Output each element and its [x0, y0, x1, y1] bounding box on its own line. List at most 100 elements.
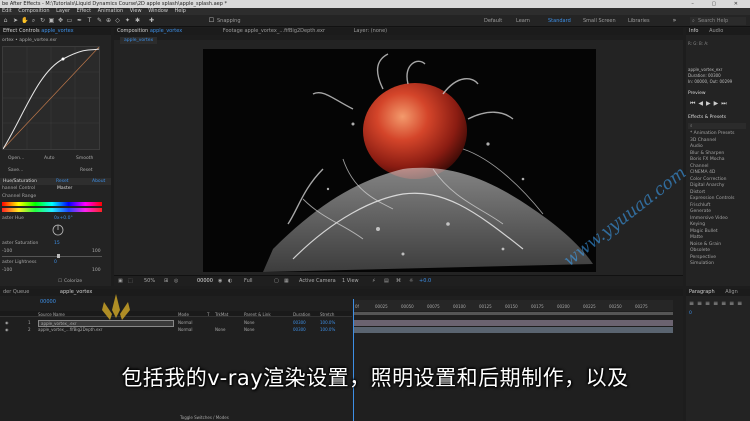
tab-composition[interactable]: Composition apple_vortex [114, 28, 182, 34]
grid-icon[interactable]: ⊞ [164, 276, 168, 287]
effect-category[interactable]: Simulation [690, 261, 714, 266]
zoom-tool-icon[interactable]: ⌕ [30, 17, 37, 24]
layer-duration[interactable]: 00300 [293, 320, 306, 325]
workspace-standard[interactable]: Standard [548, 18, 571, 24]
clone-tool-icon[interactable]: ⊕ [105, 17, 112, 24]
time-ruler[interactable]: 0f 00025 00050 00075 00100 00125 00150 0… [353, 300, 673, 311]
last-frame-icon[interactable]: ⏭ [721, 100, 729, 107]
layer-stretch[interactable]: 100.0% [320, 320, 335, 325]
show-channel-icon[interactable]: ◐ [228, 276, 232, 287]
saturation-slider-track[interactable] [2, 256, 102, 257]
curve-save-button[interactable]: Save... [8, 168, 23, 173]
brush-tool-icon[interactable]: ✎ [96, 17, 103, 24]
menu-view[interactable]: View [130, 8, 142, 14]
effect-category[interactable]: Immersive Video [690, 216, 728, 221]
workspace-libraries[interactable]: Libraries [628, 18, 650, 24]
menu-effect[interactable]: Effect [77, 8, 91, 14]
flowchart-icon[interactable]: ⌘ [396, 276, 401, 287]
play-icon[interactable]: ▶ [706, 100, 714, 107]
col-mode[interactable]: Mode [178, 312, 189, 317]
hue-saturation-effect-header[interactable]: Hue/Saturation Reset About [0, 178, 111, 185]
table-row[interactable]: ◉ 1 apple_vortex_.exr Normal None 00300 … [0, 320, 352, 327]
menu-composition[interactable]: Composition [18, 8, 49, 14]
snapping-checkbox-icon[interactable]: ☐ [208, 17, 215, 24]
composition-frame[interactable] [203, 49, 596, 272]
comp-name-tab[interactable]: apple_vortex [120, 37, 158, 44]
effect-category[interactable]: Blur & Sharpen [690, 151, 724, 156]
effect-category[interactable]: Noise & Grain [690, 242, 721, 247]
effect-category[interactable]: Matte [690, 235, 703, 240]
effect-category[interactable]: Magic Bullet [690, 229, 718, 234]
tab-info[interactable]: Info [686, 28, 698, 34]
layer-parent[interactable]: None [244, 327, 254, 332]
camera-tool-icon[interactable]: ▣ [48, 17, 55, 24]
effect-category[interactable]: Perspective [690, 255, 716, 260]
effect-category[interactable]: CINEMA 4D [690, 170, 715, 175]
layer-name[interactable]: apple_vortex_...fifBig2Depth.exr [38, 327, 102, 332]
colorize-checkbox-icon[interactable]: ☐ [58, 279, 62, 284]
col-duration[interactable]: Duration [293, 312, 310, 317]
workspace-small-screen[interactable]: Small Screen [583, 18, 616, 24]
effect-category[interactable]: 3D Channel [690, 138, 716, 143]
timeline-icon[interactable]: ▤ [384, 276, 389, 287]
effect-category[interactable]: Boris FX Mocha [690, 157, 725, 162]
curve-reset-button[interactable]: Reset [80, 168, 93, 173]
timeline-current-time[interactable]: 00000 [40, 299, 56, 305]
curve-auto-button[interactable]: Auto [44, 156, 54, 161]
pan-behind-tool-icon[interactable]: ✥ [57, 17, 64, 24]
table-row[interactable]: ◉ 2 apple_vortex_...fifBig2Depth.exr Nor… [0, 327, 352, 333]
work-area-bar[interactable] [353, 312, 673, 315]
type-tool-icon[interactable]: T [86, 17, 93, 24]
transparency-grid-icon[interactable]: ▦ [284, 276, 289, 287]
effect-category[interactable]: Obsolete [690, 248, 710, 253]
layer-stretch[interactable]: 100.0% [320, 327, 335, 332]
curve-open-button[interactable]: Open... [8, 156, 24, 161]
master-hue-value[interactable]: 0x+0.0° [54, 216, 73, 221]
tab-audio[interactable]: Audio [706, 28, 723, 34]
exposure-value[interactable]: +0.0 [419, 276, 431, 287]
layer-parent[interactable]: None [244, 320, 254, 325]
effect-category[interactable]: Keying [690, 222, 705, 227]
window-controls[interactable]: – ▢ ✕ [691, 0, 746, 8]
playhead[interactable] [353, 299, 354, 421]
pen-tool-icon[interactable]: ✒ [76, 17, 83, 24]
tab-footage[interactable]: Footage apple_vortex_...fifBig2Depth.exr [220, 28, 325, 34]
effect-category[interactable]: Digital Anarchy [690, 183, 724, 188]
hand-tool-icon[interactable]: ✋ [21, 17, 28, 24]
layer-mode[interactable]: Normal [178, 320, 192, 325]
snapshot-icon[interactable]: ◉ [218, 276, 222, 287]
region-icon[interactable]: ⬚ [128, 276, 133, 287]
always-preview-icon[interactable]: ▣ [118, 276, 123, 287]
home-icon[interactable]: ⌂ [2, 17, 9, 24]
curve-smooth-button[interactable]: Smooth [76, 156, 93, 161]
curves-graph-svg[interactable] [2, 46, 100, 150]
workspace-default[interactable]: Default [484, 18, 502, 24]
effect-reset-button[interactable]: Reset [56, 179, 69, 184]
roto-tool-icon[interactable]: ✦ [124, 17, 131, 24]
effects-search-input[interactable]: ⌕ [688, 123, 746, 129]
pin-tool-icon[interactable]: ✚ [148, 17, 155, 24]
toggle-switches-modes-button[interactable]: Toggle Switches / Modes [180, 415, 229, 420]
selection-tool-icon[interactable]: ➤ [12, 17, 19, 24]
view-layout-dropdown[interactable]: 1 View [342, 276, 359, 287]
layer-visibility-icon[interactable]: ◉ [5, 320, 9, 325]
preview-controls[interactable]: ⏮◀▶▶⏭ [690, 100, 748, 107]
3d-view-dropdown[interactable]: Active Camera [299, 276, 336, 287]
rotate-tool-icon[interactable]: ↻ [39, 17, 46, 24]
effect-about-button[interactable]: About [92, 179, 105, 184]
col-trkmat[interactable]: TrkMat [215, 312, 228, 317]
master-saturation-value[interactable]: 15 [54, 241, 60, 246]
effect-category[interactable]: Color Correction [690, 177, 726, 182]
zoom-dropdown[interactable]: 50% [144, 276, 155, 287]
effect-category[interactable]: * Animation Presets [690, 131, 734, 136]
mask-visibility-icon[interactable]: ◎ [174, 276, 178, 287]
effect-category[interactable]: Audio [690, 144, 703, 149]
mask-tool-icon[interactable]: ▭ [66, 17, 73, 24]
prev-frame-icon[interactable]: ◀ [698, 100, 706, 107]
tab-effect-controls[interactable]: Effect Controls apple_vortex [0, 28, 74, 34]
fast-preview-icon[interactable]: ⚡ [372, 276, 376, 287]
tab-render-queue[interactable]: der Queue [0, 289, 29, 295]
effect-category[interactable]: Channel [690, 164, 708, 169]
curves-graph[interactable] [2, 46, 100, 150]
menu-window[interactable]: Window [148, 8, 168, 14]
